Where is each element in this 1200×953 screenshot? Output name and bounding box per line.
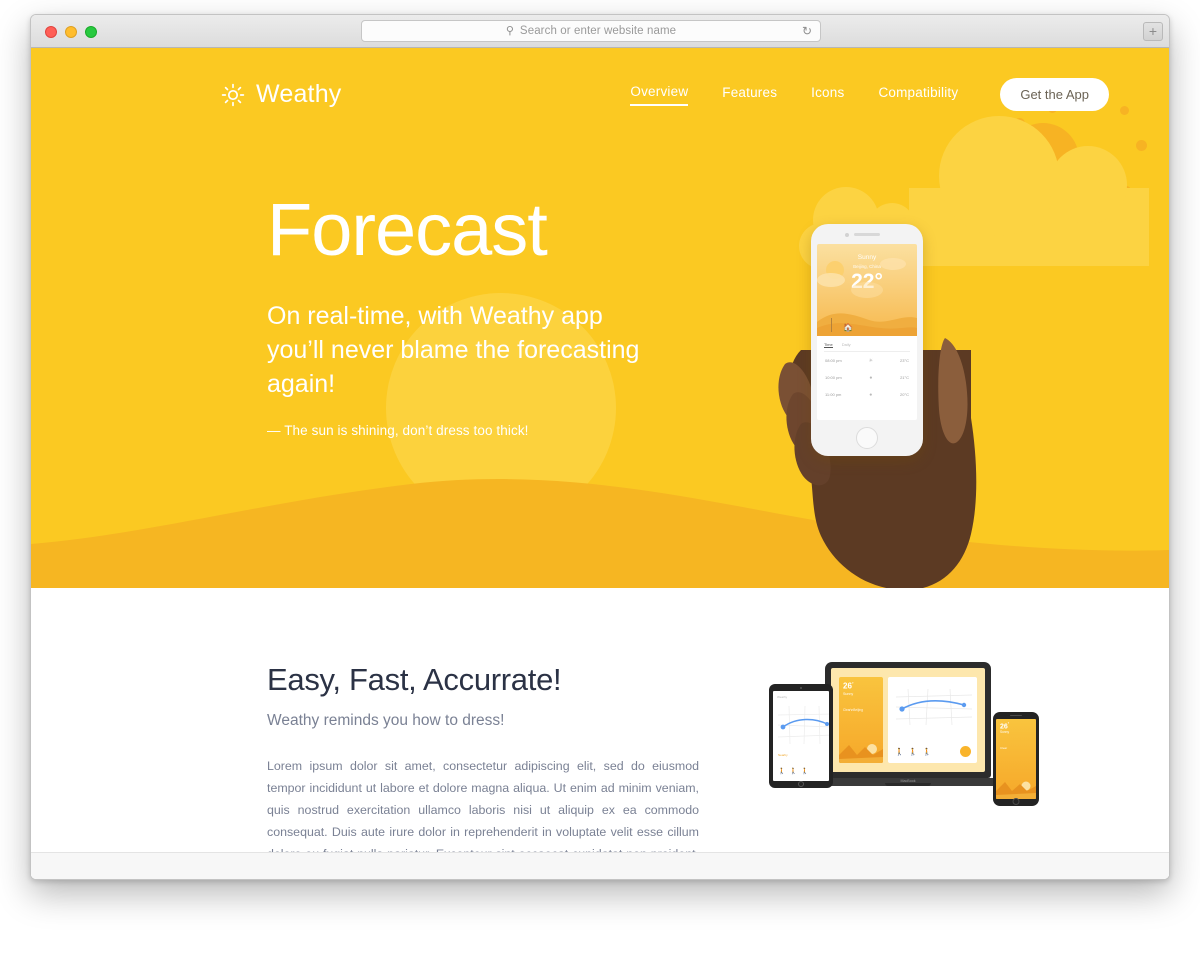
person-icon: 🚶 <box>895 749 904 756</box>
feature-section: Easy, Fast, Accurrate! Weathy reminds yo… <box>31 588 1169 879</box>
phone-device: Sunny Beijing, China 22° 🏠 Time Daily 08… <box>811 224 923 456</box>
minimize-window-button[interactable] <box>65 26 77 38</box>
phone-location-text: Beijing, China <box>853 264 881 269</box>
sun-icon <box>221 83 245 106</box>
brand-logo[interactable]: Weathy <box>221 80 342 109</box>
phone-speaker <box>1010 715 1022 717</box>
laptop-base: MacBook <box>807 778 1009 786</box>
phone-weather-header: Sunny Beijing, China 22° 🏠 <box>817 244 917 336</box>
sun-ray-dot <box>1136 140 1147 151</box>
brand-name: Weathy <box>256 80 342 108</box>
laptop-card-hills <box>839 744 883 763</box>
phone-speaker <box>854 233 880 236</box>
forecast-temp: 23°C <box>900 358 909 363</box>
phone-forecast-list: Time Daily 08:00 pm ☀ 23°C 10:00 pm ● 21… <box>817 336 917 403</box>
maximize-window-button[interactable] <box>85 26 97 38</box>
map-illustration <box>777 705 829 745</box>
phone-small-meta: Clear <box>1000 746 1008 751</box>
forecast-time: 10:00 pm <box>825 375 842 380</box>
phone-screen: Sunny Beijing, China 22° 🏠 Time Daily 08… <box>817 244 917 420</box>
forecast-time: 11:00 pm <box>825 392 842 397</box>
search-icon: ⚲ <box>505 24 514 37</box>
phone-small-temp: 26° <box>1000 722 1010 731</box>
degree-symbol: ° <box>1007 722 1010 726</box>
new-tab-button[interactable]: + <box>1143 22 1163 41</box>
phone-small-screen: 26° Sunny Clear <box>996 719 1036 799</box>
laptop-map-card: 🚶 🚶 🚶 <box>888 677 977 763</box>
phone-small-condition: Sunny <box>1000 730 1010 735</box>
phone-forecast-row: 08:00 pm ☀ 23°C <box>824 352 910 369</box>
nav-item-overview[interactable]: Overview <box>630 84 689 106</box>
forecast-time: 08:00 pm <box>825 358 842 363</box>
laptop-temp: 26° <box>843 681 854 691</box>
sun-icon: ☀ <box>868 357 874 364</box>
reload-icon[interactable]: ↻ <box>802 24 812 38</box>
person-icon: 🚶 <box>778 769 786 775</box>
phone-tab-daily[interactable]: Daily <box>842 342 851 348</box>
phone-list-tabs[interactable]: Time Daily <box>824 342 910 352</box>
laptop-people-icons: 🚶 🚶 🚶 <box>895 748 931 756</box>
hero-phone-mockup: Sunny Beijing, China 22° 🏠 Time Daily 08… <box>749 196 1049 588</box>
laptop-weather-card: 26° Sunny Clear\nBeijing <box>839 677 883 763</box>
phone-small-hills <box>996 781 1036 799</box>
laptop-screen: 26° Sunny Clear\nBeijing 🚶 🚶 🚶 <box>831 668 985 772</box>
phone-tab-time[interactable]: Time <box>824 342 833 348</box>
tablet-nearby-label: Nearby <box>778 753 788 757</box>
site-navigation: Weathy Overview Features Icons Compatibi… <box>31 48 1169 111</box>
forecast-temp: 20°C <box>900 392 909 397</box>
hero-section: Weathy Overview Features Icons Compatibi… <box>31 48 1169 588</box>
person-icon: 🚶 <box>908 749 918 756</box>
phone-forecast-row: 10:00 pm ● 21°C <box>824 369 910 386</box>
address-bar[interactable]: ⚲ Search or enter website name ↻ <box>361 20 821 42</box>
tablet-people-icons: 🚶 🚶 🚶 <box>778 768 808 775</box>
hero-note: — The sun is shining, don’t dress too th… <box>267 423 529 438</box>
hero-copy: Forecast On real-time, with Weathy app y… <box>31 111 651 439</box>
browser-titlebar: ⚲ Search or enter website name ↻ + <box>31 15 1169 48</box>
tablet-screen: Weathy Nearby 🚶 🚶 🚶 <box>773 691 829 781</box>
phone-home-button[interactable] <box>856 427 878 449</box>
phone-hills-decoration <box>817 313 917 336</box>
nav-item-compatibility[interactable]: Compatibility <box>878 85 958 105</box>
page-viewport: Weathy Overview Features Icons Compatibi… <box>31 48 1169 879</box>
degree-symbol: ° <box>851 681 854 686</box>
device-mockup-group: 26° Sunny Clear\nBeijing 🚶 🚶 🚶 MacBook W… <box>769 656 1039 816</box>
tablet-header: Weathy <box>777 695 788 699</box>
nav-item-features[interactable]: Features <box>722 85 777 105</box>
window-controls[interactable] <box>45 26 97 38</box>
browser-window: ⚲ Search or enter website name ↻ + Weath… <box>30 14 1170 880</box>
phone-camera-icon <box>845 233 849 237</box>
moon-icon: ● <box>869 391 873 398</box>
person-icon: 🚶 <box>789 769 797 775</box>
person-icon: 🚶 <box>922 749 932 756</box>
map-illustration <box>895 688 973 726</box>
laptop-notch <box>885 783 931 786</box>
tablet-mockup: Weathy Nearby 🚶 🚶 🚶 <box>769 684 833 788</box>
laptop-mockup: 26° Sunny Clear\nBeijing 🚶 🚶 🚶 <box>825 662 991 778</box>
page-bottom-strip <box>31 852 1169 879</box>
address-bar-placeholder: Search or enter website name <box>519 25 677 37</box>
hero-title: Forecast <box>267 188 548 271</box>
laptop-meta: Clear\nBeijing <box>843 707 863 712</box>
phone-small-home-button[interactable] <box>1012 798 1020 805</box>
laptop-fab-button[interactable] <box>960 746 971 757</box>
person-icon: 🚶 <box>800 769 809 775</box>
moon-icon: ● <box>869 374 873 381</box>
phone-condition-text: Sunny <box>857 254 877 261</box>
laptop-condition: Sunny <box>843 691 854 696</box>
phone-tree-icon <box>831 318 832 332</box>
tablet-home-button[interactable] <box>798 781 804 787</box>
hero-subtitle: On real-time, with Weathy app you’ll nev… <box>267 302 640 398</box>
nav-links: Overview Features Icons Compatibility Ge… <box>630 78 1109 111</box>
forecast-temp: 21°C <box>900 375 909 380</box>
nav-item-icons[interactable]: Icons <box>811 85 844 105</box>
phone-forecast-row: 11:00 pm ● 20°C <box>824 386 910 403</box>
phone-mockup-small: 26° Sunny Clear <box>993 712 1039 806</box>
get-the-app-button[interactable]: Get the App <box>1000 78 1109 111</box>
close-window-button[interactable] <box>45 26 57 38</box>
tablet-camera-icon <box>800 687 802 689</box>
phone-house-icon: 🏠 <box>843 323 853 332</box>
